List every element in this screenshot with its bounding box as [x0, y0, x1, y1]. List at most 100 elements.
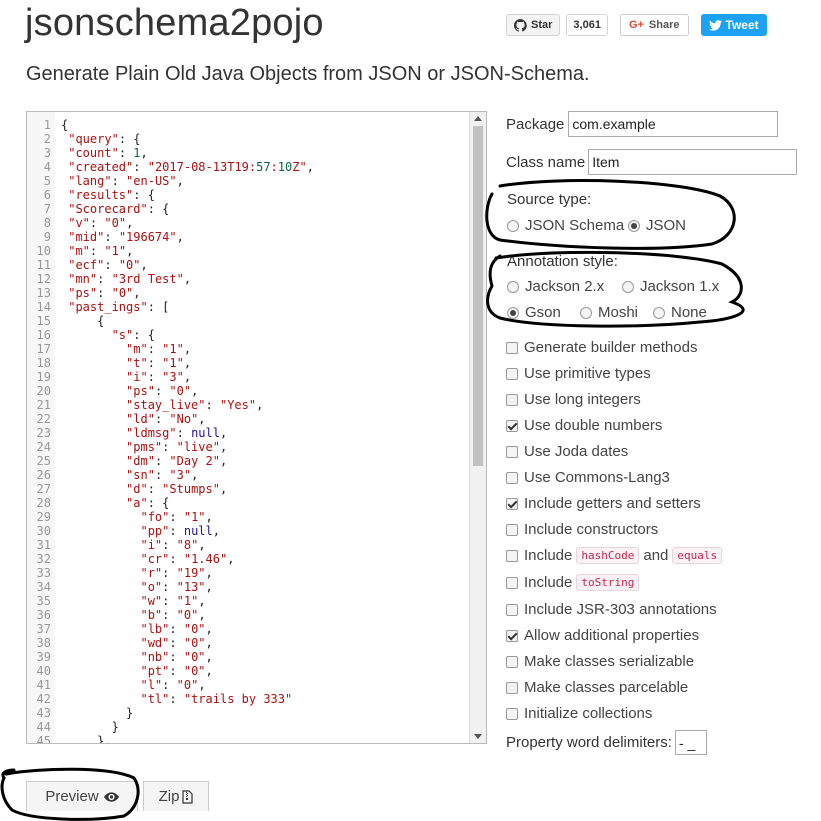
line-code: "ps": "0",	[126, 384, 199, 398]
delimiters-input[interactable]	[674, 730, 707, 755]
line-code: "d": "Stumps",	[126, 482, 228, 496]
code-line: 11 "ecf": "0",	[27, 258, 314, 272]
hash-label-pre: Include	[524, 547, 573, 564]
code-line: 5 "lang": "en-US",	[27, 174, 314, 188]
checkbox-option[interactable]: Use long integers	[506, 391, 641, 408]
line-code: "ecf": "0",	[68, 258, 148, 272]
line-number: 10	[36, 244, 51, 258]
gplus-share-button[interactable]: G+ Share	[619, 14, 689, 36]
star-count[interactable]: 3,061	[566, 14, 608, 36]
line-code: "past_ings": [	[68, 300, 170, 314]
checkbox-option[interactable]: Use Joda dates	[506, 443, 628, 460]
line-number: 21	[36, 398, 51, 412]
radio-jackson2[interactable]	[507, 280, 519, 293]
checkbox[interactable]	[506, 629, 518, 642]
source-type-json-schema[interactable]: JSON Schema	[507, 217, 624, 234]
checkbox-option[interactable]: Generate builder methods	[506, 339, 697, 356]
annotation-jackson2[interactable]: Jackson 2.x	[507, 278, 604, 295]
line-code: "Scorecard": {	[68, 202, 170, 216]
code-lines: 1{2 "query": {3 "count": 1, 4 "created": …	[27, 118, 314, 743]
checkbox-option[interactable]: Allow additional properties	[506, 627, 699, 644]
code-line: 10 "m": "1",	[27, 244, 314, 258]
checkbox-label: Initialize collections	[524, 705, 653, 722]
line-number: 26	[36, 468, 51, 482]
code-line: 39 "nb": "0",	[27, 650, 314, 664]
radio-json[interactable]	[628, 219, 640, 232]
checkbox-option[interactable]: Make classes serializable	[506, 653, 694, 670]
code-line: 29 "fo": "1",	[27, 510, 314, 524]
checkbox[interactable]	[506, 393, 518, 406]
share-label: Share	[648, 19, 680, 31]
checkbox-option[interactable]: Use double numbers	[506, 417, 662, 434]
code-line: 26 "sn": "3",	[27, 468, 314, 482]
code-line: 32 "cr": "1.46",	[27, 552, 314, 566]
line-number: 44	[36, 720, 51, 734]
scroll-up-icon[interactable]	[474, 116, 482, 121]
line-number: 3	[43, 146, 51, 160]
checkbox-option[interactable]: Include constructors	[506, 521, 658, 538]
checkbox[interactable]	[506, 603, 518, 616]
line-code: "cr": "1.46",	[140, 552, 235, 566]
checkbox[interactable]	[506, 341, 518, 354]
code-line: 44 }	[27, 720, 314, 734]
checkbox[interactable]	[506, 445, 518, 458]
code-line: 6 "results": {	[27, 188, 314, 202]
checkbox-tostring[interactable]	[506, 576, 518, 589]
tostring-tag: toString	[576, 574, 640, 591]
annotation-moshi[interactable]: Moshi	[580, 304, 638, 321]
checkbox[interactable]	[506, 523, 518, 536]
checkbox-label: Make classes serializable	[524, 653, 695, 670]
checkbox[interactable]	[506, 655, 518, 668]
checkbox-label: Include getters and setters	[524, 495, 701, 512]
checkbox[interactable]	[506, 471, 518, 484]
scroll-down-icon[interactable]	[474, 734, 482, 739]
package-input[interactable]	[568, 111, 779, 137]
line-code: "query": {	[68, 132, 141, 146]
code-line: 9 "mid": "196674",	[27, 230, 314, 244]
checkbox-option[interactable]: Use Commons-Lang3	[506, 469, 670, 486]
line-code: "mn": "3rd Test",	[68, 272, 192, 286]
checkbox-option[interactable]: Make classes parcelable	[506, 679, 688, 696]
line-code: "nb": "0",	[140, 650, 213, 664]
classname-input[interactable]	[588, 149, 798, 175]
checkbox[interactable]	[506, 707, 518, 720]
annotation-gson[interactable]: Gson	[507, 304, 561, 321]
zip-button[interactable]: Zip	[143, 781, 209, 811]
github-star-button[interactable]: Star	[506, 14, 561, 36]
code-line: 22 "ld": "No",	[27, 412, 314, 426]
radio-jackson1[interactable]	[622, 280, 634, 293]
preview-button[interactable]: Preview	[26, 781, 138, 811]
annotation-jackson1[interactable]: Jackson 1.x	[622, 278, 719, 295]
radio-json-schema[interactable]	[507, 219, 519, 232]
line-code: "pt": "0",	[140, 664, 213, 678]
eye-icon	[103, 791, 119, 802]
scroll-thumb[interactable]	[473, 126, 483, 466]
checkbox[interactable]	[506, 497, 518, 510]
checkbox-option[interactable]: Use primitive types	[506, 365, 651, 382]
checkbox-option[interactable]: Initialize collections	[506, 705, 652, 722]
checkbox[interactable]	[506, 367, 518, 380]
line-code: "dm": "Day 2",	[126, 454, 228, 468]
line-code: "mid": "196674",	[68, 230, 184, 244]
editor-scrollbar[interactable]	[469, 112, 486, 743]
radio-label: None	[671, 304, 707, 321]
checkbox[interactable]	[506, 681, 518, 694]
radio-none[interactable]	[653, 306, 665, 319]
line-number: 39	[36, 650, 51, 664]
checkbox-hashcode-equals[interactable]	[506, 549, 518, 562]
code-line: 28 "a": {	[27, 496, 314, 510]
json-editor[interactable]: 1{2 "query": {3 "count": 1, 4 "created": …	[26, 111, 487, 744]
include-tostring[interactable]: Include toString	[506, 574, 643, 591]
annotation-none[interactable]: None	[653, 304, 707, 321]
include-hashcode-equals[interactable]: Include hashCode and equals	[506, 547, 726, 564]
tweet-button[interactable]: Tweet	[700, 14, 767, 36]
radio-moshi[interactable]	[580, 306, 592, 319]
source-type-json[interactable]: JSON	[628, 217, 686, 234]
line-code: "ld": "No",	[126, 412, 206, 426]
checkbox[interactable]	[506, 419, 518, 432]
code-line: 15 {	[27, 314, 314, 328]
zip-file-icon	[182, 789, 194, 804]
radio-gson[interactable]	[507, 306, 519, 319]
checkbox-option[interactable]: Include JSR-303 annotations	[506, 601, 717, 618]
checkbox-option[interactable]: Include getters and setters	[506, 495, 701, 512]
